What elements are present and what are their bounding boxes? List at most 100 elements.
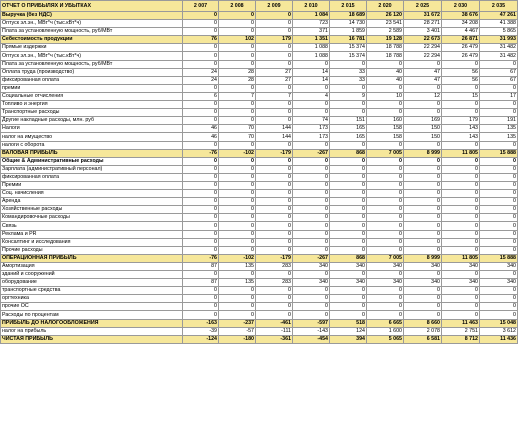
value-cell[interactable]: 0	[403, 221, 442, 231]
value-cell[interactable]: 15 374	[329, 43, 367, 53]
value-cell[interactable]: 0	[255, 180, 293, 191]
value-cell[interactable]: 0	[329, 229, 367, 239]
value-cell[interactable]: 31 482	[479, 43, 518, 53]
value-cell[interactable]: 0	[292, 286, 330, 296]
value-cell[interactable]: 0	[479, 205, 518, 215]
value-cell[interactable]: 0	[479, 172, 518, 182]
value-cell[interactable]: 0	[182, 229, 219, 239]
row-label-cell[interactable]: Командировочные расходы	[0, 213, 183, 223]
value-cell[interactable]: 179	[255, 35, 293, 45]
value-cell[interactable]: 70	[218, 132, 256, 142]
value-cell[interactable]: 0	[218, 108, 256, 118]
value-cell[interactable]: -76	[182, 148, 219, 158]
value-cell[interactable]: 8 660	[403, 318, 442, 328]
value-cell[interactable]: 15 374	[329, 51, 367, 61]
value-cell[interactable]: 0	[218, 164, 256, 174]
value-cell[interactable]: 0	[441, 205, 480, 215]
value-cell[interactable]: 723	[292, 19, 330, 29]
row-label-cell[interactable]: Соц. начисления	[0, 189, 183, 199]
value-cell[interactable]: 2 078	[403, 326, 442, 336]
value-cell[interactable]: 0	[366, 100, 404, 110]
value-cell[interactable]: 0	[292, 205, 330, 215]
value-cell[interactable]: -454	[292, 334, 330, 344]
value-cell[interactable]: 0	[479, 269, 518, 280]
row-label-cell[interactable]: ЧИСТАЯ ПРИБЫЛЬ	[0, 334, 183, 344]
value-cell[interactable]: 0	[403, 180, 442, 191]
value-cell[interactable]: 0	[218, 10, 256, 21]
row-label-cell[interactable]: фиксированная оплата	[0, 75, 183, 85]
value-cell[interactable]: 0	[329, 108, 367, 118]
value-cell[interactable]: 0	[255, 172, 293, 182]
value-cell[interactable]: 0	[479, 213, 518, 223]
value-cell[interactable]: 0	[218, 189, 256, 199]
value-cell[interactable]: 14	[292, 67, 330, 77]
value-cell[interactable]: 340	[479, 278, 518, 288]
value-cell[interactable]: 0	[403, 205, 442, 215]
value-cell[interactable]: 179	[441, 116, 480, 126]
value-cell[interactable]: 67	[479, 67, 518, 77]
value-cell[interactable]: 8 999	[403, 253, 442, 263]
year-header-cell[interactable]: 2 007	[182, 0, 219, 12]
value-cell[interactable]: 0	[366, 294, 404, 304]
row-label-cell[interactable]: Общие & Административные расходы	[0, 156, 183, 166]
value-cell[interactable]: 0	[255, 116, 293, 126]
value-cell[interactable]: 0	[441, 189, 480, 199]
value-cell[interactable]: 14 730	[329, 19, 367, 29]
value-cell[interactable]: 0	[329, 310, 367, 320]
value-cell[interactable]: 0	[329, 59, 367, 69]
value-cell[interactable]: 340	[292, 278, 330, 288]
value-cell[interactable]: 12	[403, 91, 442, 102]
value-cell[interactable]: 26 120	[366, 10, 404, 21]
value-cell[interactable]: 135	[218, 278, 256, 288]
value-cell[interactable]: 11 805	[441, 253, 480, 263]
value-cell[interactable]: 0	[329, 189, 367, 199]
value-cell[interactable]: 340	[366, 261, 404, 272]
value-cell[interactable]: 0	[441, 140, 480, 150]
value-cell[interactable]: 158	[366, 124, 404, 134]
value-cell[interactable]: 7 005	[366, 148, 404, 158]
value-cell[interactable]: 0	[441, 100, 480, 110]
value-cell[interactable]: 340	[292, 261, 330, 272]
value-cell[interactable]: 1 088	[292, 43, 330, 53]
value-cell[interactable]: 158	[366, 132, 404, 142]
year-header-cell[interactable]: 2 015	[329, 0, 367, 12]
value-cell[interactable]: 0	[479, 108, 518, 118]
value-cell[interactable]: 0	[255, 286, 293, 296]
value-cell[interactable]: 0	[255, 310, 293, 320]
value-cell[interactable]: 0	[182, 19, 219, 29]
row-label-cell[interactable]: оборудование	[0, 278, 183, 288]
value-cell[interactable]: 0	[441, 245, 480, 255]
value-cell[interactable]: 5 865	[479, 27, 518, 37]
row-label-cell[interactable]: Плата за установленную мощность, руб/МВт	[0, 59, 183, 69]
value-cell[interactable]: 0	[329, 180, 367, 191]
value-cell[interactable]: -39	[182, 326, 219, 336]
value-cell[interactable]: 0	[329, 213, 367, 223]
value-cell[interactable]: 0	[366, 245, 404, 255]
value-cell[interactable]: 11 805	[441, 148, 480, 158]
value-cell[interactable]: 26 871	[441, 35, 480, 45]
value-cell[interactable]: 150	[403, 132, 442, 142]
row-label-cell[interactable]: Налоги	[0, 124, 183, 134]
value-cell[interactable]: 28	[218, 67, 256, 77]
value-cell[interactable]: 518	[329, 318, 367, 328]
value-cell[interactable]: 0	[182, 27, 219, 37]
value-cell[interactable]: 0	[182, 269, 219, 280]
value-cell[interactable]: 283	[255, 261, 293, 272]
value-cell[interactable]: 0	[182, 10, 219, 21]
value-cell[interactable]: 0	[441, 197, 480, 207]
value-cell[interactable]: 0	[182, 213, 219, 223]
value-cell[interactable]: 340	[329, 261, 367, 272]
row-label-cell[interactable]: Оптуск эл.эн., МВт*ч (тыс.кВт*ч)	[0, 51, 183, 61]
row-label-cell[interactable]: премии	[0, 83, 183, 93]
value-cell[interactable]: 6 581	[403, 334, 442, 344]
row-label-cell[interactable]: Прямые издержки	[0, 43, 183, 53]
value-cell[interactable]: 0	[218, 286, 256, 296]
value-cell[interactable]: 0	[479, 286, 518, 296]
value-cell[interactable]: 0	[441, 172, 480, 182]
value-cell[interactable]: 0	[255, 27, 293, 37]
value-cell[interactable]: 0	[182, 164, 219, 174]
value-cell[interactable]: 0	[182, 189, 219, 199]
value-cell[interactable]: -76	[182, 253, 219, 263]
value-cell[interactable]: 70	[218, 124, 256, 134]
value-cell[interactable]: 0	[182, 51, 219, 61]
